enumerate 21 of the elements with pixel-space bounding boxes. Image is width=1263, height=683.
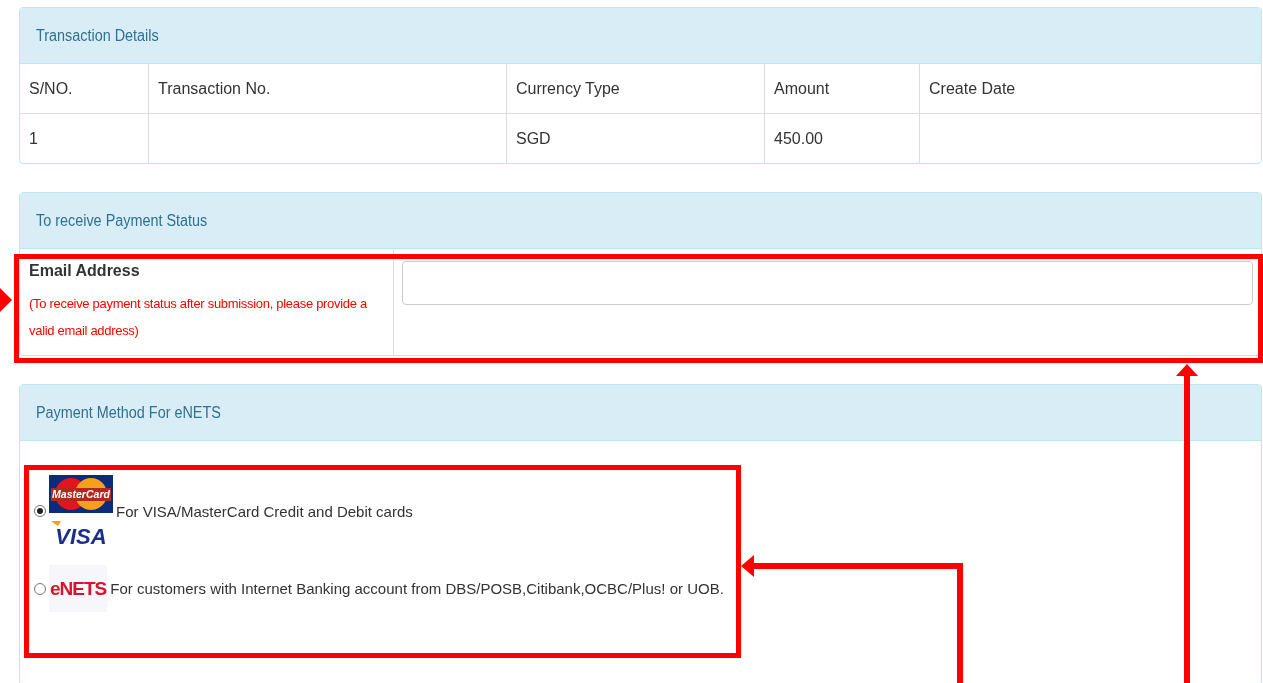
email-field[interactable] (402, 261, 1253, 305)
column-header: S/NO. (20, 64, 149, 114)
table-cell: 450.00 (764, 113, 920, 163)
arrow-head (0, 288, 12, 312)
panel-title: Transaction Details (36, 26, 159, 45)
option-label: For customers with Internet Banking account from DBS/POSB,Citibank,OCBC/Plus! or UOB. (110, 580, 724, 597)
panel-title: To receive Payment Status (36, 211, 208, 230)
field-label: Email Address (29, 262, 141, 280)
column-header: Amount (764, 64, 920, 114)
column-header: Currency Type (506, 64, 765, 114)
enets-logo: eNETS (49, 565, 108, 612)
radio-button[interactable] (34, 582, 46, 595)
panel-title: Payment Method For eNETS (36, 403, 221, 422)
hint-text: (To receive payment status after submission, please provide a valid email address) (29, 295, 368, 340)
card-logos-drawing: MasterCard VISA (49, 475, 113, 547)
table-cell: SGD (506, 113, 765, 163)
table-cell: 1 (20, 113, 149, 163)
column-header: Create Date (919, 64, 1261, 114)
column-header: Transaction No. (148, 64, 507, 114)
option-label: For VISA/MasterCard Credit and Debit cards (116, 502, 413, 520)
radio-button[interactable] (34, 505, 46, 517)
